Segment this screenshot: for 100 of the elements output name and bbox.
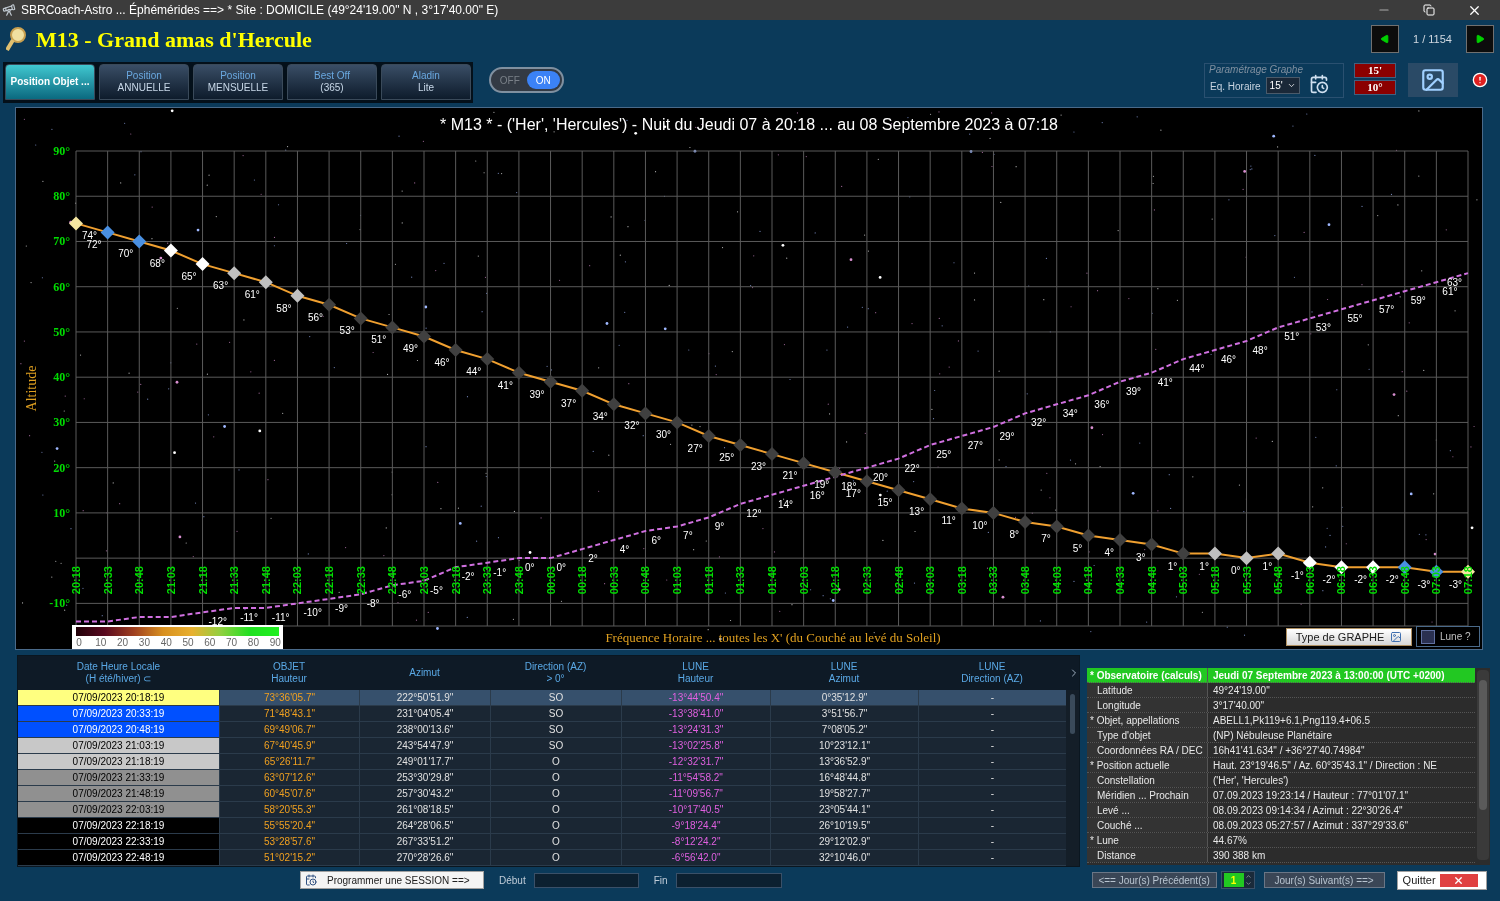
table-row[interactable]: 07/09/2023 21:48:19 60°45'07.6" 257°30'43.2" O -11°09'56.7" 19°58'27.7" - xyxy=(18,786,1066,802)
previous-button[interactable] xyxy=(1371,25,1399,53)
x-tick-label: 20:18 xyxy=(70,566,82,595)
info-value: 16h41'41.634" / +36°27'40.74984" xyxy=(1212,743,1365,757)
value-label: 25° xyxy=(936,449,952,461)
value-label: 56° xyxy=(307,311,324,323)
calendar-clock-icon[interactable] xyxy=(1308,74,1329,94)
scale-label: 90 xyxy=(269,637,281,648)
schedule-session-button[interactable]: Programmer une SESSION ==> xyxy=(300,871,484,889)
y-tick-label: 40° xyxy=(53,370,70,385)
on-off-toggle[interactable]: OFF ON xyxy=(489,67,564,93)
value-label: 34° xyxy=(592,411,608,423)
photo-button[interactable] xyxy=(1408,63,1458,97)
info-label: Latitude xyxy=(1087,683,1208,697)
x-tick-label: 00:33 xyxy=(607,566,620,595)
info-label: * Observatoire (calculs) xyxy=(1087,668,1208,682)
value-label: 68° xyxy=(149,257,165,269)
value-label: 36° xyxy=(1094,399,1110,411)
value-label: 7° xyxy=(683,530,693,542)
value-label: 11° xyxy=(941,515,956,527)
table-cell: 58°20'55.3" xyxy=(219,802,359,817)
x-tick-label: 07:18 xyxy=(1462,566,1474,595)
table-cell: -11°54'58.2" xyxy=(621,770,770,785)
table-cell: SO xyxy=(490,690,621,705)
tab[interactable]: Best Off (365) xyxy=(287,64,377,100)
table-row[interactable]: 07/09/2023 22:33:19 53°28'57.6" 267°33'51.2" O -8°12'24.2" 29°12'02.9" - xyxy=(18,834,1066,850)
value-label: 4° xyxy=(1104,547,1114,559)
x-axis-label: Fréquence Horaire ... toutes les X' (du Couché au levé du Soleil) xyxy=(605,630,941,645)
table-row[interactable]: 07/09/2023 20:33:19 71°48'43.1" 231°04'05.4" SO -13°38'41.0" 3°51'56.7" - xyxy=(18,706,1066,722)
x-tick-label: 21:18 xyxy=(196,566,209,595)
close-icon xyxy=(1439,873,1478,887)
table-cell: 32°10'46.0" xyxy=(770,850,918,865)
quit-button[interactable]: Quitter xyxy=(1396,870,1487,890)
table-row[interactable]: 07/09/2023 20:18:19 73°36'05.7" 222°50'51.9" SO -13°44'50.4" 0°35'12.9" - xyxy=(18,690,1066,706)
x-tick-label: 05:33 xyxy=(1240,566,1253,595)
table-row[interactable]: 07/09/2023 20:48:19 69°49'06.7" 238°00'13.6" SO -13°24'31.3" 7°08'05.2" - xyxy=(18,722,1066,738)
column-header: OBJET Hauteur xyxy=(270,660,308,686)
value-label: 53° xyxy=(339,325,355,337)
info-value: 07.09.2023 19:23:14 / Hauteur : 77°01'07.1" xyxy=(1212,788,1409,802)
table-cell: -10°17'40.5" xyxy=(621,802,770,817)
table-cell: 07/09/2023 21:33:19 xyxy=(18,770,219,785)
graph-type-button[interactable]: Type de GRAPHE xyxy=(1286,628,1412,646)
value-label: 44° xyxy=(466,366,482,378)
value-label: 30° xyxy=(655,429,672,441)
value-label: 0° xyxy=(1231,565,1241,577)
tab[interactable]: Position ANNUELLE xyxy=(99,64,189,100)
table-row[interactable]: 07/09/2023 22:48:19 51°02'15.2" 270°28'26.6" O -6°56'42.0" 32°10'46.0" - xyxy=(18,850,1066,866)
x-tick-label: 01:03 xyxy=(671,566,684,595)
moon-checkbox[interactable] xyxy=(1421,629,1435,644)
value-label: 72° xyxy=(86,239,102,251)
x-tick-label: 23:33 xyxy=(481,566,494,595)
table-row[interactable]: 07/09/2023 21:33:19 63°07'12.6" 253°30'29.8" O -11°54'58.2" 16°48'44.8" - xyxy=(18,770,1066,786)
y-tick-label: 80° xyxy=(53,189,70,204)
table-row[interactable]: 07/09/2023 22:18:19 55°55'20.4" 264°28'06.5" O -9°18'24.4" 26°10'19.5" - xyxy=(18,818,1066,834)
value-label: 6° xyxy=(651,535,661,546)
value-label: -11° xyxy=(240,611,258,623)
next-button[interactable] xyxy=(1466,25,1494,53)
end-field[interactable] xyxy=(675,872,782,888)
tab[interactable]: Position MENSUELLE xyxy=(193,64,283,100)
table-row[interactable]: 07/09/2023 22:03:19 58°20'55.3" 261°08'18.5" O -10°17'40.5" 23°05'44.1" - xyxy=(18,802,1066,818)
scale-label: 10 xyxy=(95,637,107,648)
previous-days-button[interactable]: <== Jour(s) Précédent(s) xyxy=(1091,872,1217,888)
table-cell: 16°48'44.8" xyxy=(770,770,918,785)
info-label: * Lune xyxy=(1087,833,1208,847)
table-cell: 261°08'18.5" xyxy=(359,802,490,817)
value-label: -1° xyxy=(493,566,507,578)
x-tick-label: 20:33 xyxy=(101,566,114,595)
y-tick-label: 30° xyxy=(53,415,70,430)
value-label: -11° xyxy=(271,611,290,623)
x-tick-label: 03:33 xyxy=(987,566,1000,595)
scale-label: 60 xyxy=(204,637,216,648)
start-field[interactable] xyxy=(533,872,639,888)
x-tick-label: 06:33 xyxy=(1367,566,1380,595)
value-label: 12° xyxy=(746,507,762,519)
tab[interactable]: Aladin Lite xyxy=(381,64,471,100)
scale-label: 20 xyxy=(117,637,129,648)
next-days-button[interactable]: Jour(s) Suivant(s) ==> xyxy=(1263,872,1385,888)
value-label: 41° xyxy=(1157,376,1173,388)
table-row[interactable]: 07/09/2023 21:03:19 67°40'45.9" 243°54'47.9" SO -13°02'25.8" 10°23'12.1" - xyxy=(18,738,1066,754)
info-label: Couché ... xyxy=(1087,818,1208,832)
table-cell: -8°12'24.2" xyxy=(621,834,770,849)
value-label: -1° xyxy=(1290,569,1304,581)
x-tick-label: 05:03 xyxy=(1177,566,1190,595)
value-label: 58° xyxy=(276,302,292,314)
value-label: 3° xyxy=(1136,551,1146,563)
restore-icon[interactable] xyxy=(1423,4,1435,16)
info-value: 08.09.2023 09:14:34 / Azimut : 22°30'26.4" xyxy=(1212,803,1403,817)
table-cell: O xyxy=(490,850,621,865)
value-label: -5° xyxy=(430,584,443,596)
x-tick-label: 04:48 xyxy=(1145,566,1158,595)
info-label: Longitude xyxy=(1087,698,1208,712)
info-value: 3°17'40.00" xyxy=(1212,698,1265,712)
y-tick-label: 50° xyxy=(53,324,70,339)
value-label: 59° xyxy=(1410,295,1426,307)
table-cell: 249°01'17.7" xyxy=(359,754,490,769)
x-tick-label: 02:18 xyxy=(829,566,842,595)
x-tick-label: 22:03 xyxy=(291,566,304,595)
frequency-select[interactable]: 15' xyxy=(1265,77,1300,94)
magnifier-icon xyxy=(6,26,28,52)
table-row[interactable]: 07/09/2023 21:18:19 65°26'11.7" 249°01'17.7" O -12°32'31.7" 13°36'52.9" - xyxy=(18,754,1066,770)
